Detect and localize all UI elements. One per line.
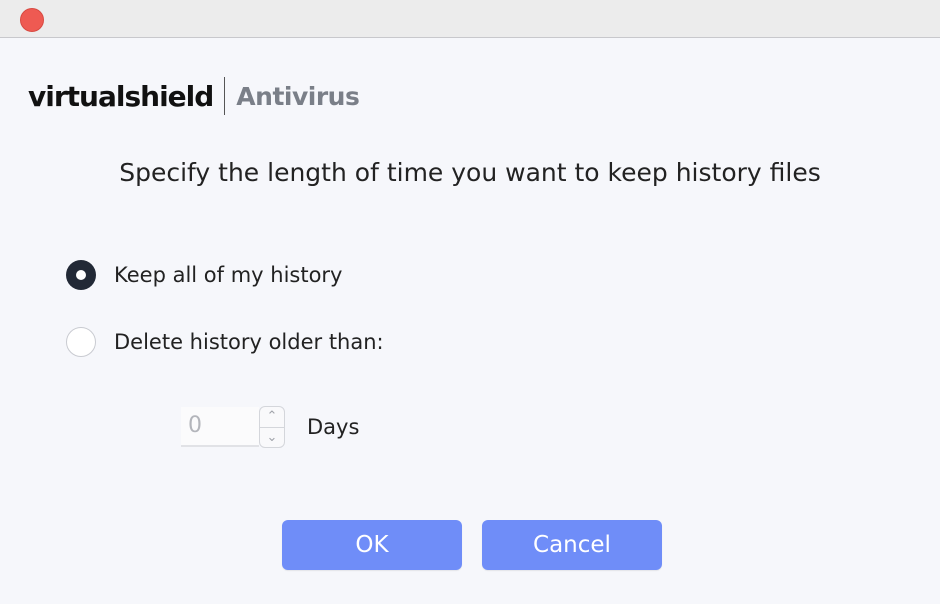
option-label: Delete history older than: [114,330,384,354]
logo-brand: virtualshield [28,79,214,113]
chevron-down-icon[interactable]: ⌄ [260,426,284,448]
chevron-up-icon[interactable]: ⌃ [260,407,284,427]
dialog-content: virtualshield Antivirus Specify the leng… [0,38,940,604]
option-keep-all[interactable]: Keep all of my history [66,260,343,290]
radio-checked-icon[interactable] [66,260,96,290]
days-input[interactable]: 0 [181,407,259,447]
cancel-button[interactable]: Cancel [482,520,662,570]
days-stepper: 0 ⌃ ⌄ Days [181,406,359,448]
option-label: Keep all of my history [114,263,343,287]
option-delete-older[interactable]: Delete history older than: [66,327,384,357]
ok-button[interactable]: OK [282,520,462,570]
days-label: Days [307,415,360,439]
dialog-heading: Specify the length of time you want to k… [119,158,821,187]
close-icon[interactable] [20,8,44,32]
logo-divider [224,77,226,115]
radio-unchecked-icon[interactable] [66,327,96,357]
days-spinner[interactable]: ⌃ ⌄ [259,406,285,448]
logo-product: Antivirus [236,81,360,111]
logo: virtualshield Antivirus [28,76,360,116]
title-bar [0,0,940,38]
